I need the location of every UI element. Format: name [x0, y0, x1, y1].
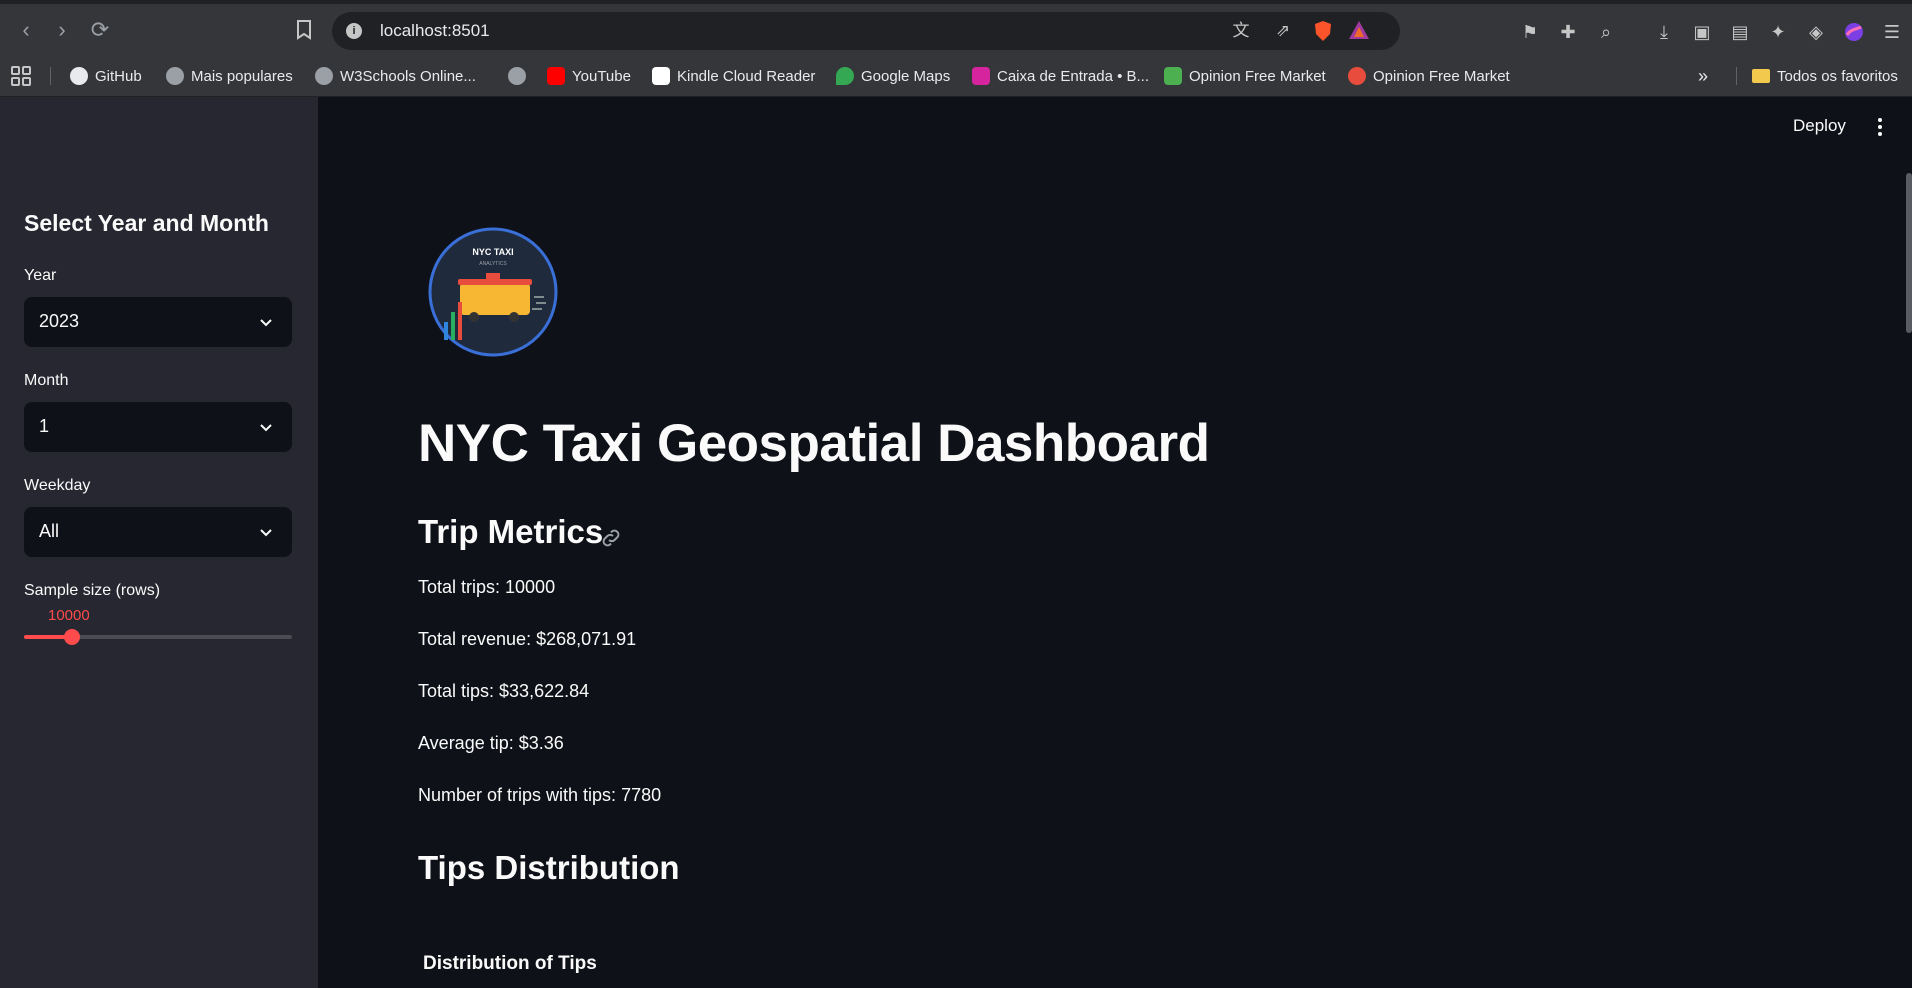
- month-value: 1: [39, 416, 50, 436]
- sidebar-toggle-icon[interactable]: ▣: [1690, 20, 1714, 44]
- leo-ai-icon[interactable]: ✦: [1766, 20, 1790, 44]
- weekday-value: All: [39, 521, 60, 541]
- bookmark-label: Kindle Cloud Reader: [677, 67, 816, 85]
- nyc-taxi-logo: NYC TAXI ANALYTICS: [428, 227, 558, 357]
- extension-flag-icon[interactable]: ⚑: [1518, 20, 1542, 44]
- bookmark-icon[interactable]: [290, 16, 318, 44]
- globe-icon: [315, 67, 333, 85]
- youtube-icon: [547, 67, 565, 85]
- metric-average-tip: Average tip: $3.36: [418, 733, 564, 753]
- browser-toolbar: ‹ › ⟳ i localhost:8501 文 ⇗ ⚑ ✚ ⌕ ⤓ ▣ ▤ ✦…: [0, 0, 1912, 55]
- bookmark-label: Google Maps: [861, 67, 951, 85]
- bookmarks-divider: [1736, 67, 1737, 85]
- bookmark-label: YouTube: [572, 67, 631, 85]
- brave-shields-icon[interactable]: [1312, 20, 1334, 42]
- wallet-icon[interactable]: ▤: [1728, 20, 1752, 44]
- month-label: Month: [24, 372, 69, 389]
- play-icon: [1164, 67, 1182, 85]
- download-icon[interactable]: ⤓: [1652, 20, 1676, 44]
- metric-total-trips: Total trips: 10000: [418, 577, 556, 597]
- reload-icon[interactable]: ⟳: [86, 16, 114, 44]
- sidebar-title: Select Year and Month: [24, 210, 269, 236]
- brave-rewards-icon[interactable]: [1348, 20, 1370, 42]
- bookmark-label: Opinion Free Market: [1373, 67, 1510, 85]
- bookmark-google-maps[interactable]: Google Maps: [836, 64, 950, 88]
- bookmark-label: Mais populares: [191, 67, 293, 85]
- page-title: NYC Taxi Geospatial Dashboard: [418, 414, 1210, 473]
- sample-size-slider[interactable]: [24, 629, 292, 645]
- extensions-icon[interactable]: ✚: [1556, 20, 1580, 44]
- bookmark-mais-populares[interactable]: Mais populares: [166, 64, 293, 88]
- bookmark-github[interactable]: GitHub: [70, 64, 142, 88]
- folder-icon: [1752, 69, 1770, 83]
- globe-icon: [508, 67, 526, 85]
- weekday-select[interactable]: All: [24, 507, 292, 557]
- metric-total-revenue: Total revenue: $268,071.91: [418, 629, 637, 649]
- vpn-icon[interactable]: ◈: [1804, 20, 1828, 44]
- menu-icon[interactable]: ☰: [1880, 20, 1904, 44]
- bookmark-w3schools[interactable]: W3Schools Online...: [315, 64, 476, 88]
- distribution-of-tips-subheading: Distribution of Tips: [423, 953, 597, 974]
- deploy-button[interactable]: Deploy: [1793, 116, 1846, 136]
- url-text[interactable]: localhost:8501: [380, 21, 490, 41]
- profile-avatar-icon[interactable]: [1842, 20, 1866, 44]
- all-bookmarks-folder[interactable]: Todos os favoritos: [1752, 64, 1898, 88]
- address-bar[interactable]: i localhost:8501 文 ⇗: [332, 12, 1400, 50]
- instagram-icon: [972, 67, 990, 85]
- month-select[interactable]: 1: [24, 402, 292, 452]
- forward-icon[interactable]: ›: [48, 16, 76, 44]
- back-icon[interactable]: ‹: [12, 16, 40, 44]
- tab-search-icon[interactable]: ⌕: [1594, 20, 1618, 44]
- main-content: Deploy NYC TAXI ANALYTICS NYC Taxi Geosp…: [318, 97, 1912, 988]
- anchor-link-icon[interactable]: [600, 527, 622, 549]
- bookmark-label: Caixa de Entrada • B...: [997, 67, 1149, 85]
- weekday-label: Weekday: [24, 477, 91, 494]
- slider-thumb[interactable]: [64, 629, 80, 645]
- more-bookmarks-icon[interactable]: »: [1698, 64, 1708, 88]
- bookmark-label: W3Schools Online...: [340, 67, 476, 85]
- bookmark-label: GitHub: [95, 67, 142, 85]
- site-info-icon[interactable]: i: [346, 23, 362, 39]
- globe-icon: [166, 67, 184, 85]
- bookmarks-divider: [50, 67, 51, 85]
- sidebar: Select Year and Month Year 2023 Month 1 …: [0, 97, 318, 988]
- bookmark-label: Opinion Free Market: [1189, 67, 1326, 85]
- maps-icon: [836, 67, 854, 85]
- chevron-down-icon: [260, 319, 272, 327]
- tips-distribution-heading: Tips Distribution: [418, 849, 680, 886]
- bookmark-kindle[interactable]: Kindle Cloud Reader: [652, 64, 815, 88]
- logo-title: NYC TAXI: [472, 247, 513, 257]
- metric-trips-with-tips: Number of trips with tips: 7780: [418, 785, 662, 805]
- metric-total-tips: Total tips: $33,622.84: [418, 681, 590, 701]
- bookmark-opinion-free-market-2[interactable]: Opinion Free Market: [1348, 64, 1510, 88]
- share-icon[interactable]: ⇗: [1272, 20, 1294, 42]
- trip-metrics-heading: Trip Metrics: [418, 513, 604, 550]
- chevron-down-icon: [260, 529, 272, 537]
- chevron-down-icon: [260, 424, 272, 432]
- year-select[interactable]: 2023: [24, 297, 292, 347]
- bookmarks-bar: GitHub Mais populares W3Schools Online..…: [0, 55, 1912, 97]
- sample-size-value: 10000: [48, 607, 90, 624]
- bookmark-caixa-entrada[interactable]: Caixa de Entrada • B...: [972, 64, 1149, 88]
- more-options-icon[interactable]: [1868, 115, 1892, 139]
- year-value: 2023: [39, 311, 80, 331]
- bookmark-youtube[interactable]: YouTube: [547, 64, 631, 88]
- bookmark-opinion-free-market-1[interactable]: Opinion Free Market: [1164, 64, 1326, 88]
- logo-subtitle: ANALYTICS: [479, 261, 507, 267]
- sample-size-label: Sample size (rows): [24, 582, 161, 599]
- opinion-icon: [1348, 67, 1366, 85]
- translate-icon[interactable]: 文: [1230, 20, 1252, 42]
- apps-grid-icon[interactable]: [10, 64, 32, 88]
- folder-label: Todos os favoritos: [1777, 67, 1898, 85]
- scrollbar[interactable]: [1906, 173, 1912, 333]
- kindle-icon: [652, 67, 670, 85]
- bookmark-globe[interactable]: [508, 64, 533, 88]
- year-label: Year: [24, 267, 57, 284]
- github-icon: [70, 67, 88, 85]
